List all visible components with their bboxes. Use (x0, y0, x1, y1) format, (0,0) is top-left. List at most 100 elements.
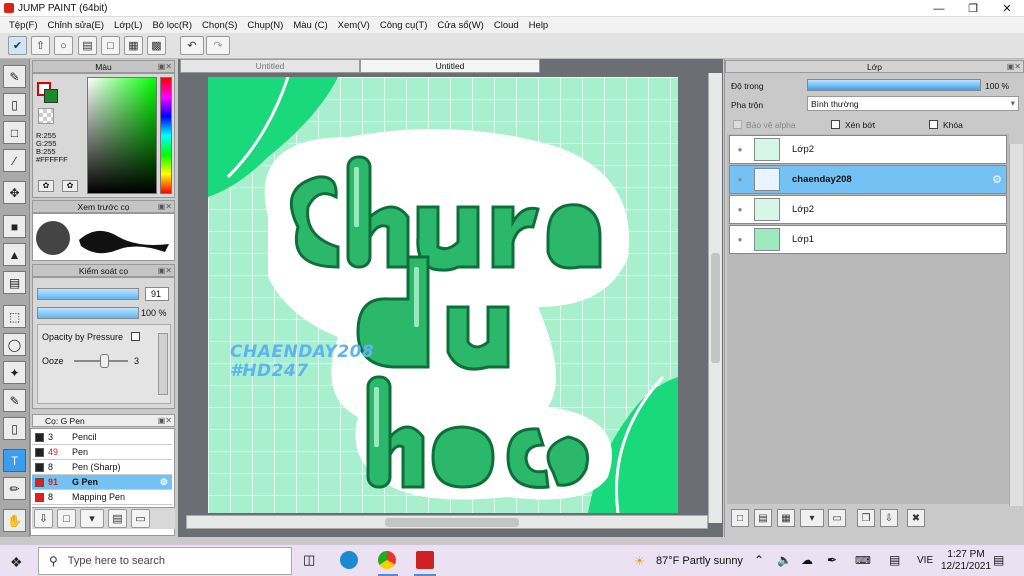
clock[interactable]: 1:27 PM 12/21/2021 (941, 549, 991, 573)
size-input[interactable]: 91 (145, 287, 169, 301)
visibility-icon[interactable]: ● (734, 234, 746, 246)
comment-icon[interactable]: ▤ (78, 36, 97, 55)
pressure-checkbox[interactable] (131, 332, 140, 341)
menu-help[interactable]: Help (524, 20, 554, 31)
folder-icon[interactable]: ▭ (828, 509, 846, 527)
canvas-artwork[interactable]: CHAENDAY208 #HD247 (208, 77, 678, 513)
brush-row-mapping-pen[interactable]: 8 Mapping Pen (32, 490, 172, 505)
magic-wand-tool-icon[interactable]: ✦ (3, 361, 26, 384)
brush-menu-icon[interactable]: ▾ (80, 509, 104, 528)
check-icon[interactable]: ✔ (8, 36, 27, 55)
menu-tools[interactable]: Công cụ(T) (375, 20, 433, 31)
keyboard-icon[interactable]: ⌨ (855, 554, 871, 567)
eyedropper-tool-icon[interactable]: ✏ (3, 477, 26, 500)
fill-rect-tool-icon[interactable]: ■ (3, 215, 26, 238)
tab-untitled-2[interactable]: Untitled (360, 59, 540, 73)
speech-icon[interactable]: ○ (54, 36, 73, 55)
swatch-icon[interactable]: ✿ (62, 180, 78, 192)
duplicate-layer-icon[interactable]: ❐ (857, 509, 875, 527)
new-brush-icon[interactable]: □ (57, 509, 76, 528)
options-scrollbar[interactable] (158, 333, 168, 395)
grid-icon[interactable]: ▩ (147, 36, 166, 55)
layer-row[interactable]: ● Lớp1 (729, 225, 1007, 254)
cloud-icon[interactable]: ☁ (801, 553, 813, 567)
redo-icon[interactable]: ↷ (206, 36, 230, 55)
export-icon[interactable]: ⇧ (31, 36, 50, 55)
layer-row[interactable]: ● Lớp2 (729, 195, 1007, 224)
new-text-layer-icon[interactable]: ▦ (777, 509, 795, 527)
pen-tool-icon[interactable]: ∕ (3, 149, 26, 172)
brush-folder-icon[interactable]: ▭ (131, 509, 150, 528)
merge-layer-icon[interactable]: ⇩ (880, 509, 898, 527)
background-swatch[interactable] (44, 89, 58, 103)
brush-tool-icon[interactable]: ✎ (3, 65, 26, 88)
rect-tool-icon[interactable]: □ (3, 121, 26, 144)
lock-checkbox[interactable] (929, 120, 938, 129)
visibility-icon[interactable]: ● (734, 174, 746, 186)
task-view-icon[interactable]: ◫ (303, 552, 315, 568)
undo-icon[interactable]: ↶ (180, 36, 204, 55)
search-box[interactable]: ⚲ Type here to search (38, 547, 292, 575)
size-slider[interactable] (37, 288, 139, 300)
layer-row[interactable]: ● Lớp2 (729, 135, 1007, 164)
move-tool-icon[interactable]: ✥ (3, 181, 26, 204)
bucket-tool-icon[interactable]: ▲ (3, 243, 26, 266)
brush-download-icon[interactable]: ⇩ (34, 509, 53, 528)
page-icon[interactable]: □ (101, 36, 120, 55)
blend-mode-select[interactable]: Bình thường ▾ (807, 96, 1019, 111)
notification-icon[interactable]: ▤ (993, 553, 1004, 567)
visibility-icon[interactable]: ● (734, 204, 746, 216)
vertical-scrollbar[interactable] (708, 73, 722, 523)
layer-opacity-slider[interactable] (807, 79, 981, 91)
ooze-slider-thumb[interactable] (100, 354, 109, 368)
protect-alpha-checkbox[interactable] (733, 120, 742, 129)
panel-close-icon[interactable]: ▣✕ (158, 62, 172, 71)
menu-filter[interactable]: Bộ lọc(R) (147, 20, 197, 31)
minimize-icon[interactable]: — (922, 0, 956, 17)
panel-close-icon[interactable]: ▣✕ (158, 266, 172, 275)
layer-row-selected[interactable]: ● chaenday208 ⚙ (729, 165, 1007, 194)
transparent-swatch[interactable] (38, 108, 54, 124)
horizontal-scroll-thumb[interactable] (385, 518, 519, 527)
lasso-tool-icon[interactable]: ◯ (3, 333, 26, 356)
layer-menu-icon[interactable]: ▾ (800, 509, 824, 527)
hand-tool-icon[interactable]: ✋ (3, 509, 26, 532)
menu-view[interactable]: Xem(V) (333, 20, 375, 31)
edge-icon[interactable] (340, 551, 358, 569)
menu-window[interactable]: Cửa sổ(W) (432, 20, 488, 31)
text-tool-icon[interactable]: T (3, 449, 26, 472)
palette-icon[interactable]: ✿ (38, 180, 54, 192)
horizontal-scrollbar[interactable] (186, 515, 708, 529)
panel-close-icon[interactable]: ▣✕ (158, 202, 172, 211)
document-icon[interactable]: ▦ (124, 36, 143, 55)
color-sv-picker[interactable] (87, 77, 157, 194)
brush-row-pen-sharp[interactable]: 8 Pen (Sharp) (32, 460, 172, 475)
panel-close-icon[interactable]: ▣✕ (158, 416, 172, 425)
brush-row-pen[interactable]: 49 Pen (32, 445, 172, 460)
new-raster-icon[interactable]: ▤ (754, 509, 772, 527)
clipping-checkbox[interactable] (831, 120, 840, 129)
gear-icon[interactable]: ⚙ (992, 173, 1002, 186)
menu-color[interactable]: Màu (C) (288, 20, 332, 31)
chrome-icon[interactable] (378, 551, 396, 569)
menu-edit[interactable]: Chỉnh sửa(E) (43, 20, 110, 31)
eraser-tool-icon[interactable]: ▯ (3, 93, 26, 116)
visibility-icon[interactable]: ● (734, 144, 746, 156)
close-icon[interactable]: ✕ (990, 0, 1024, 17)
windows-start-icon[interactable]: ❖ (10, 554, 23, 571)
language-indicator[interactable]: VIE (917, 555, 933, 566)
menu-capture[interactable]: Chụp(N) (242, 20, 288, 31)
menu-layer[interactable]: Lớp(L) (109, 20, 147, 31)
layer-scrollbar[interactable] (1009, 144, 1023, 506)
weather-icon[interactable]: ☀ (634, 554, 645, 568)
select-pen-tool-icon[interactable]: ✎ (3, 389, 26, 412)
opacity-slider[interactable] (37, 307, 139, 319)
menu-file[interactable]: Tệp(F) (4, 20, 43, 31)
brush-settings-icon[interactable]: ▤ (108, 509, 127, 528)
pen-icon[interactable]: ✒ (827, 553, 837, 567)
panel-close-icon[interactable]: ▣✕ (1007, 62, 1021, 71)
brush-row-pencil[interactable]: 3 Pencil (32, 430, 172, 445)
tab-untitled-1[interactable]: Untitled (180, 59, 360, 73)
select-rect-tool-icon[interactable]: ⬚ (3, 305, 26, 328)
menu-select[interactable]: Chọn(S) (197, 20, 242, 31)
